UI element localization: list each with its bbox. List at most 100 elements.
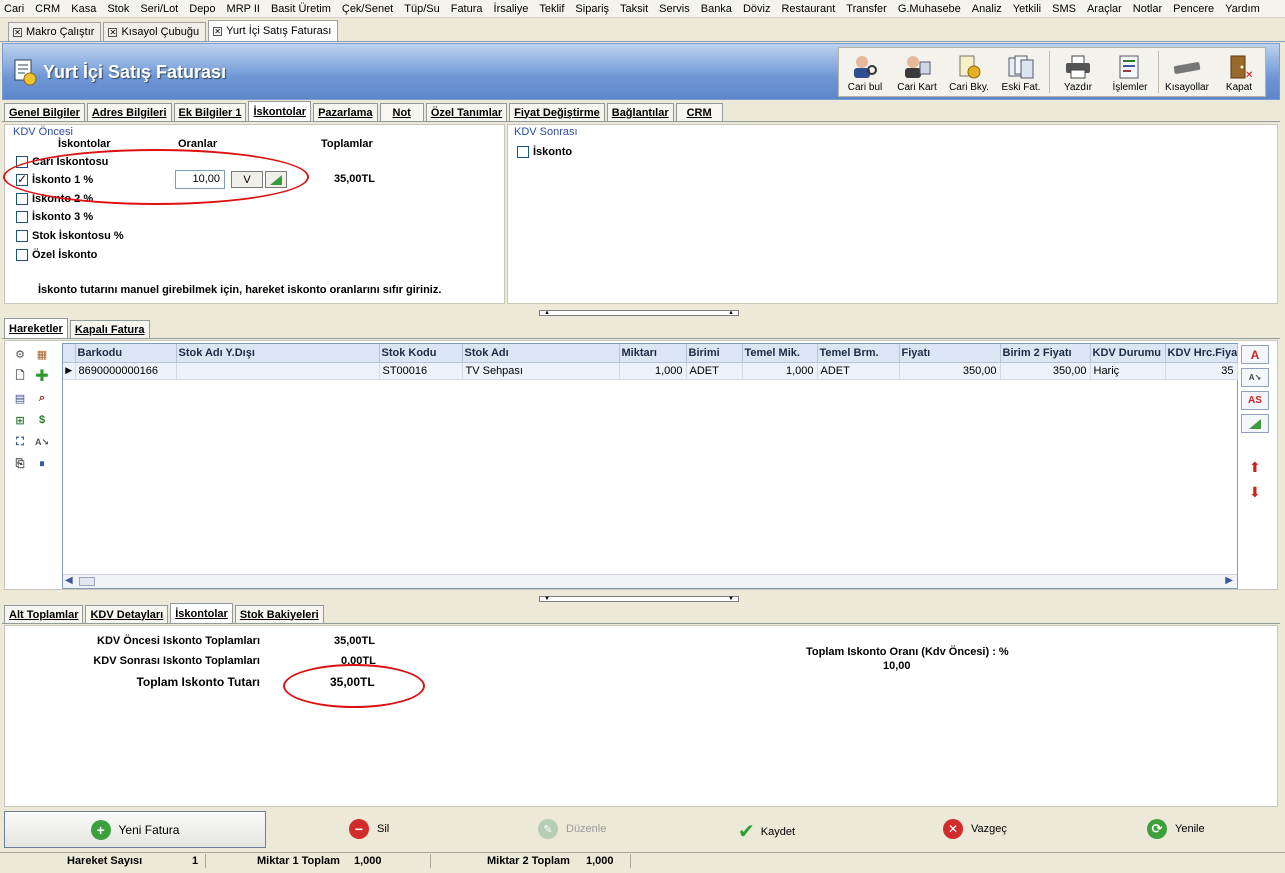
sil-button[interactable]: − Sil bbox=[349, 819, 389, 839]
menu-banka[interactable]: Banka bbox=[701, 3, 732, 15]
tab-baglantilar[interactable]: Bağlantılar bbox=[606, 103, 674, 121]
scroll-left-icon[interactable]: ◀ bbox=[65, 575, 73, 586]
tab-hareketler[interactable]: Hareketler bbox=[4, 318, 68, 338]
column-header[interactable]: Stok Adı bbox=[462, 344, 620, 363]
menu-kasa[interactable]: Kasa bbox=[71, 3, 96, 15]
menu-siparis[interactable]: Sipariş bbox=[575, 3, 609, 15]
menu-stok[interactable]: Stok bbox=[107, 3, 129, 15]
column-header[interactable]: KDV Hrc.Fiya bbox=[1165, 344, 1238, 363]
menu-transfer[interactable]: Transfer bbox=[846, 3, 887, 15]
menu-g-muhasebe[interactable]: G.Muhasebe bbox=[898, 3, 961, 15]
tab-ozel-tanimlar[interactable]: Özel Tanımlar bbox=[425, 103, 508, 121]
add-row-icon[interactable]: ⊞ bbox=[12, 412, 28, 428]
menu-analiz[interactable]: Analiz bbox=[972, 3, 1002, 15]
kisayollar-button[interactable]: Kısayollar bbox=[1161, 48, 1213, 96]
checkbox[interactable] bbox=[16, 211, 28, 223]
tab-genel-bilgiler[interactable]: Genel Bilgiler bbox=[4, 103, 85, 121]
menu-yardim[interactable]: Yardım bbox=[1225, 3, 1260, 15]
tab-pazarlama[interactable]: Pazarlama bbox=[313, 103, 378, 121]
pause-icon[interactable]: ⏸ bbox=[34, 456, 50, 472]
dollar-icon[interactable]: $ bbox=[34, 412, 50, 428]
column-header[interactable]: Stok Adı Y.Dışı bbox=[176, 344, 380, 363]
tab-stok-bakiyeleri[interactable]: Stok Bakiyeleri bbox=[234, 605, 324, 623]
column-header[interactable]: Stok Kodu bbox=[379, 344, 463, 363]
tab-not[interactable]: Not bbox=[379, 103, 424, 121]
horizontal-scrollbar[interactable]: ◀ ▶ bbox=[63, 574, 1237, 588]
binoculars-icon[interactable]: ⛶ bbox=[12, 434, 28, 450]
scroll-thumb[interactable] bbox=[79, 577, 95, 586]
table-cell[interactable]: ADET bbox=[686, 362, 743, 380]
triangle-button[interactable] bbox=[1241, 414, 1269, 433]
tab-kdv-detaylari[interactable]: KDV Detayları bbox=[85, 605, 169, 623]
a-button[interactable]: A bbox=[1241, 345, 1269, 364]
menu-mrp[interactable]: MRP II bbox=[227, 3, 260, 15]
yenile-button[interactable]: ⟳ Yenile bbox=[1147, 819, 1205, 839]
move-up-icon[interactable]: ⬆ bbox=[1249, 459, 1261, 476]
tab-crm[interactable]: CRM bbox=[675, 103, 723, 121]
gear-icon[interactable]: ⚙ bbox=[12, 346, 28, 362]
text-replace-icon[interactable]: A↘ bbox=[34, 434, 50, 450]
table-cell[interactable]: ST00016 bbox=[379, 362, 463, 380]
table-cell[interactable]: 35 bbox=[1165, 362, 1238, 380]
menu-basit-uretim[interactable]: Basit Üretim bbox=[271, 3, 331, 15]
kaydet-button[interactable]: ✔ Kaydet bbox=[738, 819, 795, 844]
menu-restaurant[interactable]: Restaurant bbox=[781, 3, 835, 15]
yazdir-button[interactable]: Yazdır bbox=[1052, 48, 1104, 96]
column-header[interactable]: KDV Durumu bbox=[1090, 344, 1166, 363]
table-cell[interactable]: Hariç bbox=[1090, 362, 1166, 380]
menu-taksit[interactable]: Taksit bbox=[620, 3, 648, 15]
menu-teklif[interactable]: Teklif bbox=[539, 3, 564, 15]
kapat-button[interactable]: ✕ Kapat bbox=[1213, 48, 1265, 96]
table-cell[interactable]: 8690000000166 bbox=[75, 362, 177, 380]
as-button[interactable]: AS bbox=[1241, 391, 1269, 410]
close-icon[interactable]: ✕ bbox=[213, 26, 223, 36]
new-document-icon[interactable]: 🗋 bbox=[12, 368, 28, 384]
menu-fatura[interactable]: Fatura bbox=[451, 3, 483, 15]
menu-depo[interactable]: Depo bbox=[189, 3, 215, 15]
menu-sms[interactable]: SMS bbox=[1052, 3, 1076, 15]
checkbox[interactable] bbox=[517, 146, 529, 158]
box-icon[interactable]: ▦ bbox=[34, 346, 50, 362]
table-row[interactable]: ▶ 8690000000166 ST00016 TV Sehpası 1,000… bbox=[63, 362, 1238, 380]
column-header[interactable]: Fiyatı bbox=[899, 344, 1001, 363]
close-icon[interactable]: ✕ bbox=[13, 27, 22, 37]
tab-adres-bilgileri[interactable]: Adres Bilgileri bbox=[86, 103, 172, 121]
menu-tup-su[interactable]: Tüp/Su bbox=[404, 3, 439, 15]
table-cell[interactable]: 350,00 bbox=[899, 362, 1001, 380]
tab-fiyat-degistirme[interactable]: Fiyat Değiştirme bbox=[509, 103, 605, 121]
yeni-fatura-button[interactable]: + Yeni Fatura bbox=[4, 811, 266, 848]
checkbox-row-iskonto-3[interactable]: İskonto 3 % bbox=[16, 211, 93, 223]
column-header[interactable]: Temel Brm. bbox=[817, 344, 900, 363]
menu-irsaliye[interactable]: İrsaliye bbox=[494, 3, 529, 15]
close-icon[interactable]: ✕ bbox=[108, 27, 118, 37]
tab-bottom-iskontolar[interactable]: İskontolar bbox=[170, 603, 233, 623]
eski-fat-button[interactable]: Eski Fat. bbox=[995, 48, 1047, 96]
column-header[interactable]: Barkodu bbox=[75, 344, 177, 363]
tab-kapali-fatura[interactable]: Kapalı Fatura bbox=[69, 320, 150, 338]
islemler-button[interactable]: İşlemler bbox=[1104, 48, 1156, 96]
table-cell[interactable]: 350,00 bbox=[1000, 362, 1091, 380]
splitter-handle[interactable]: ▼ ▼ bbox=[539, 596, 739, 602]
copy-icon[interactable]: ⎘ bbox=[12, 456, 28, 472]
scroll-right-icon[interactable]: ▶ bbox=[1225, 575, 1233, 586]
tab-alt-toplamlar[interactable]: Alt Toplamlar bbox=[4, 605, 84, 623]
move-down-icon[interactable]: ⬇ bbox=[1249, 484, 1261, 501]
checkbox[interactable] bbox=[16, 230, 28, 242]
window-tab-makro[interactable]: ✕ Makro Çalıştır bbox=[8, 22, 102, 41]
menu-seri-lot[interactable]: Seri/Lot bbox=[140, 3, 178, 15]
cari-bky-button[interactable]: Cari Bky. bbox=[943, 48, 995, 96]
window-tab-satis-faturasi[interactable]: ✕ Yurt İçi Satış Faturası bbox=[208, 20, 339, 41]
add-icon[interactable]: ✚ bbox=[34, 368, 50, 385]
table-cell[interactable]: TV Sehpası bbox=[462, 362, 620, 380]
splitter-handle[interactable]: ▲ ▲ bbox=[539, 310, 739, 316]
vazgec-button[interactable]: ✕ Vazgeç bbox=[943, 819, 1007, 839]
menu-pencere[interactable]: Pencere bbox=[1173, 3, 1214, 15]
table-cell[interactable]: 1,000 bbox=[742, 362, 818, 380]
column-header[interactable]: Miktarı bbox=[619, 344, 687, 363]
column-header[interactable]: Temel Mik. bbox=[742, 344, 818, 363]
spellcheck-icon[interactable]: A↘ bbox=[1241, 368, 1269, 387]
window-tab-kisayol[interactable]: ✕ Kısayol Çubuğu bbox=[103, 22, 207, 41]
menu-servis[interactable]: Servis bbox=[659, 3, 690, 15]
checkbox-row-iskonto[interactable]: İskonto bbox=[517, 146, 572, 158]
checkbox[interactable] bbox=[16, 249, 28, 261]
